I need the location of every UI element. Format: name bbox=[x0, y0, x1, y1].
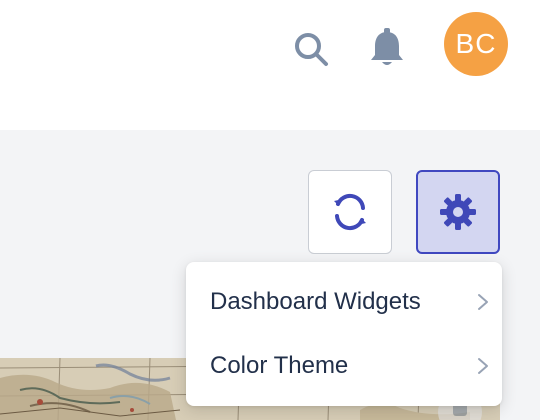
search-icon[interactable] bbox=[292, 30, 330, 68]
menu-item-dashboard-widgets[interactable]: Dashboard Widgets bbox=[186, 270, 502, 334]
menu-item-label: Dashboard Widgets bbox=[210, 288, 421, 315]
refresh-button[interactable] bbox=[308, 170, 392, 254]
top-header: BC bbox=[0, 0, 540, 130]
avatar[interactable]: BC bbox=[444, 12, 508, 76]
chevron-right-icon bbox=[478, 358, 488, 374]
gear-icon bbox=[440, 194, 476, 230]
settings-dropdown: Dashboard Widgets Color Theme bbox=[186, 262, 502, 406]
menu-item-label: Color Theme bbox=[210, 352, 349, 379]
chevron-right-icon bbox=[478, 294, 488, 310]
refresh-icon bbox=[334, 193, 366, 231]
menu-item-color-theme[interactable]: Color Theme bbox=[186, 334, 502, 398]
bell-icon[interactable] bbox=[368, 26, 406, 70]
avatar-initials: BC bbox=[455, 28, 497, 59]
settings-button[interactable] bbox=[416, 170, 500, 254]
